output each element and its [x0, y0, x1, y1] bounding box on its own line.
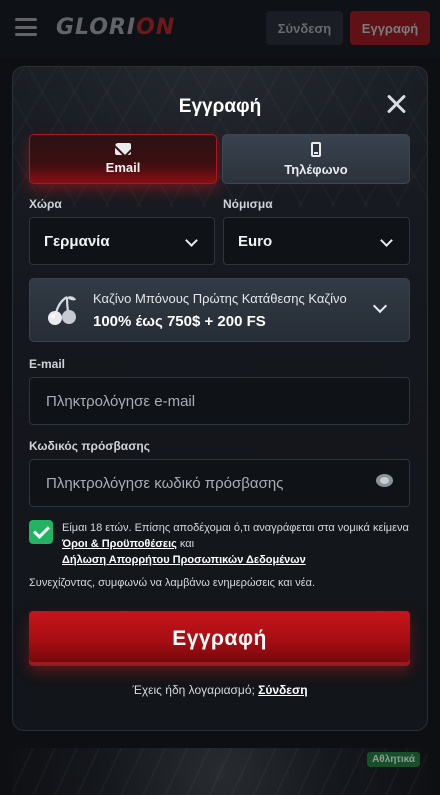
email-field[interactable]	[29, 377, 410, 425]
terms-text: Είμαι 18 ετών. Επίσης αποδέχομαι ό,τι αν…	[62, 522, 409, 566]
email-label: E-mail	[29, 357, 66, 371]
header-login-button[interactable]: Σύνδεση	[266, 11, 343, 45]
register-submit-button[interactable]: Εγγραφή	[29, 611, 410, 666]
background-promo-card: Αθλητικά	[12, 748, 428, 795]
tab-phone-label: Τηλέφωνο	[284, 161, 348, 177]
modal-title: Εγγραφή	[178, 96, 262, 117]
chevron-down-icon	[380, 234, 393, 247]
login-link[interactable]: Σύνδεση	[258, 683, 307, 697]
currency-label: Νόμισμα	[223, 197, 273, 211]
tab-phone[interactable]: Τηλέφωνο	[222, 134, 410, 184]
close-icon[interactable]	[385, 93, 407, 115]
sports-badge: Αθλητικά	[367, 752, 420, 767]
site-header: GLORION Σύνδεση Εγγραφή	[0, 0, 440, 58]
currency-select[interactable]: Euro	[223, 217, 410, 265]
have-account-line: Έχεις ήδη λογαριασμό; Σύνδεση	[132, 683, 308, 697]
cherry-icon	[48, 296, 76, 325]
password-field[interactable]	[29, 459, 410, 507]
site-logo[interactable]: GLORION	[56, 15, 175, 40]
chevron-down-icon	[185, 234, 198, 247]
envelope-icon	[115, 143, 131, 155]
terms-link[interactable]: Όροι & Προϋποθέσεις	[62, 538, 177, 550]
country-value: Γερμανία	[44, 232, 110, 250]
password-label: Κωδικός πρόσβασης	[29, 439, 150, 453]
tab-email[interactable]: Email	[29, 134, 217, 184]
currency-value: Euro	[238, 232, 273, 250]
news-consent-text: Συνεχίζοντας, συμφωνώ να λαμβάνω ενημερώ…	[29, 577, 316, 589]
country-label: Χώρα	[29, 197, 62, 211]
phone-icon	[311, 141, 321, 157]
registration-modal: Εγγραφή Email Τηλέφωνο Χώρα Νόμισμα Γερμ…	[12, 66, 428, 731]
eye-icon[interactable]	[376, 474, 393, 487]
tab-email-label: Email	[105, 160, 141, 175]
chevron-down-icon	[372, 298, 388, 314]
terms-checkbox[interactable]	[29, 520, 53, 544]
bonus-select[interactable]: Καζίνο Μπόνους Πρώτης Κατάθεσης Καζίνο 1…	[29, 278, 410, 342]
country-select[interactable]: Γερμανία	[29, 217, 215, 265]
header-register-button[interactable]: Εγγραφή	[350, 11, 430, 45]
bonus-offer: 100% έως 750$ + 200 FS	[93, 313, 266, 330]
privacy-link[interactable]: Δήλωση Απορρήτου Προσωπικών Δεδομένων	[62, 554, 306, 566]
hamburger-menu-icon[interactable]	[15, 18, 37, 36]
registration-method-tabs: Email Τηλέφωνο	[29, 134, 410, 184]
bonus-title: Καζίνο Μπόνους Πρώτης Κατάθεσης Καζίνο	[93, 291, 347, 306]
